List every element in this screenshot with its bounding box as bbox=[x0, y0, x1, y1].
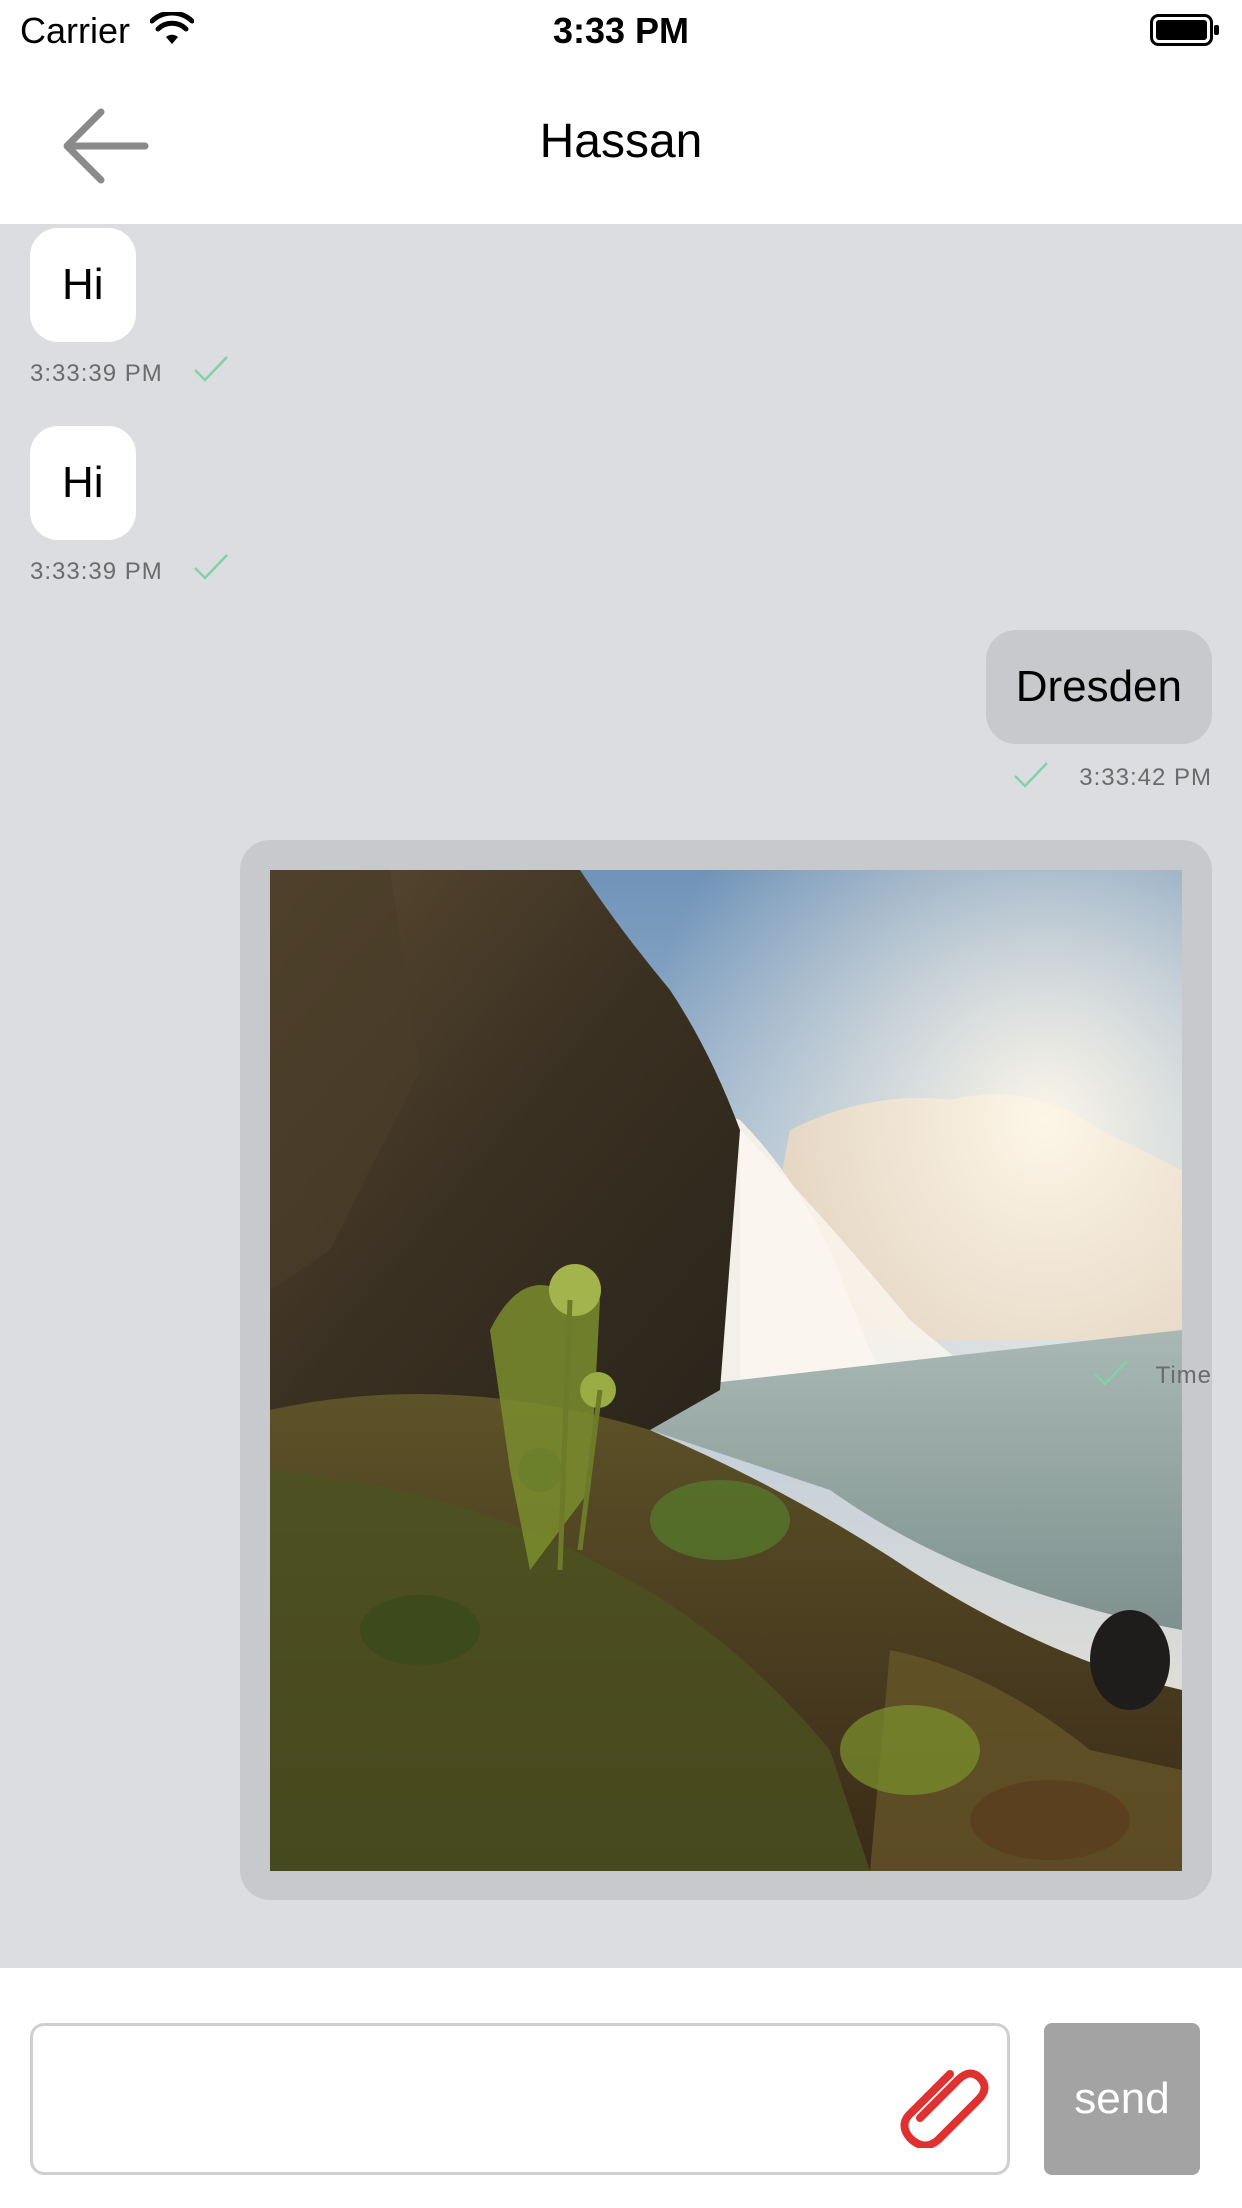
paperclip-icon[interactable] bbox=[898, 2052, 994, 2148]
message-timestamp: 3:33:39 PM bbox=[30, 558, 163, 585]
check-icon bbox=[194, 554, 228, 580]
composer-bar: send bbox=[0, 1968, 1242, 2208]
nav-bar: Hassan bbox=[0, 66, 1242, 224]
message-timestamp: Time bbox=[1155, 1362, 1212, 1389]
chat-title: Hassan bbox=[539, 115, 703, 168]
waterfall-photo[interactable] bbox=[270, 870, 1182, 1871]
battery-icon bbox=[1150, 14, 1219, 46]
message-input[interactable] bbox=[30, 2023, 1010, 2175]
message-bubble-outgoing: Dresden bbox=[985, 630, 1212, 744]
message-list[interactable]: Hi 3:33:39 PM Hi 3:33:39 PM Dresden 3:33… bbox=[0, 224, 1242, 1968]
send-button[interactable]: send bbox=[1044, 2023, 1200, 2175]
message-timestamp: 3:33:42 PM bbox=[1079, 764, 1212, 791]
message-bubble-incoming: Hi bbox=[30, 228, 136, 342]
message-image-bubble[interactable] bbox=[240, 840, 1212, 1900]
message-bubble-incoming: Hi bbox=[30, 426, 136, 540]
status-time: 3:33 PM bbox=[552, 10, 690, 51]
status-bar: Carrier 3:33 PM bbox=[0, 0, 1242, 66]
check-icon bbox=[194, 356, 228, 382]
check-icon bbox=[1014, 762, 1048, 788]
check-icon bbox=[1094, 1360, 1128, 1386]
message-timestamp: 3:33:39 PM bbox=[30, 360, 163, 387]
